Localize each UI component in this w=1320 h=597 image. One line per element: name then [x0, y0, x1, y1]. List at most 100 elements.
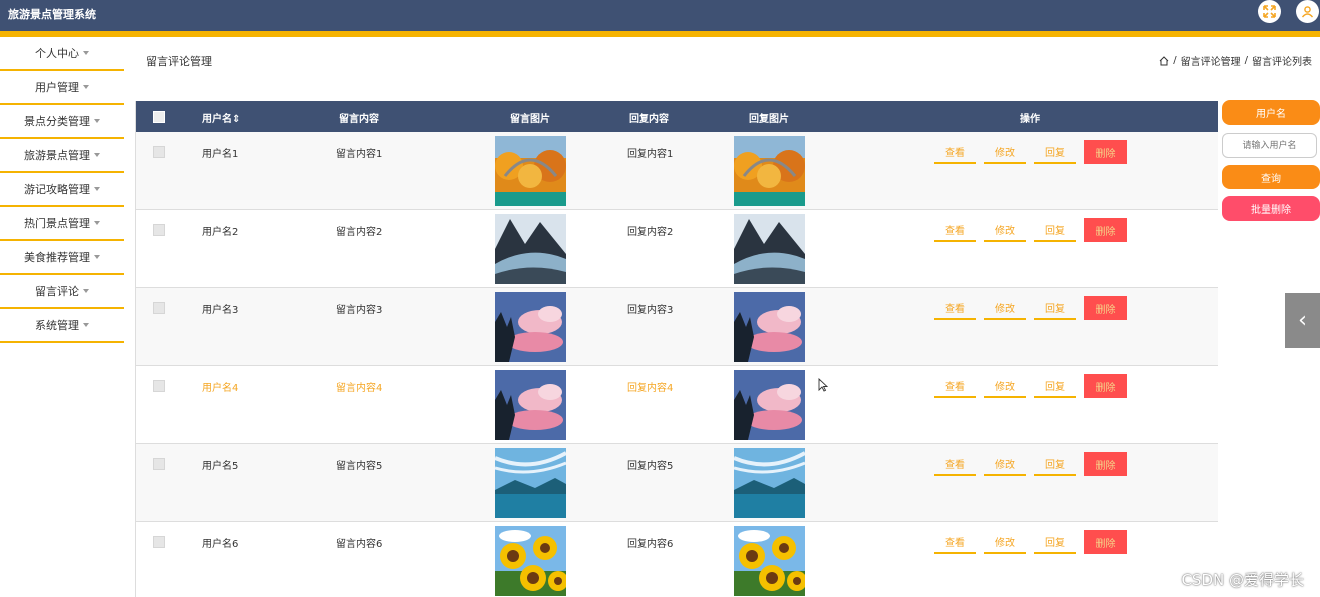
home-icon[interactable]	[1159, 55, 1169, 66]
row-checkbox[interactable]	[153, 146, 165, 158]
table-row: 用户名4 留言内容4 回复内容4 查看 修改 回复 删除	[136, 366, 1218, 444]
sidebar-item-label: 热门景点管理	[24, 217, 90, 230]
view-button[interactable]: 查看	[934, 530, 976, 554]
cell-username: 用户名1	[202, 149, 239, 160]
reply-image	[734, 448, 805, 518]
cell-username: 用户名2	[202, 227, 239, 238]
sidebar-item-spots[interactable]: 旅游景点管理	[0, 139, 124, 173]
message-image	[495, 526, 566, 596]
edit-button[interactable]: 修改	[984, 296, 1026, 320]
cell-content: 留言内容4	[336, 383, 383, 394]
edit-button[interactable]: 修改	[984, 374, 1026, 398]
reply-button[interactable]: 回复	[1034, 374, 1076, 398]
chevron-down-icon	[83, 289, 89, 293]
reply-button[interactable]: 回复	[1034, 530, 1076, 554]
sidebar-item-food[interactable]: 美食推荐管理	[0, 241, 124, 275]
delete-button[interactable]: 删除	[1084, 374, 1127, 398]
reply-button[interactable]: 回复	[1034, 452, 1076, 476]
table-row: 用户名2 留言内容2 回复内容2 查看 修改 回复 删除	[136, 210, 1218, 288]
reply-button[interactable]: 回复	[1034, 140, 1076, 164]
delete-button[interactable]: 删除	[1084, 218, 1127, 242]
username-search-input[interactable]	[1222, 133, 1317, 158]
cell-username: 用户名4	[202, 383, 239, 394]
chevron-left-icon: ‹	[1298, 308, 1307, 333]
reply-image	[734, 136, 805, 206]
chevron-down-icon	[83, 323, 89, 327]
delete-button[interactable]: 删除	[1084, 140, 1127, 164]
search-button[interactable]: 查询	[1222, 165, 1320, 189]
user-icon[interactable]	[1296, 0, 1319, 23]
batch-delete-button[interactable]: 批量删除	[1222, 196, 1320, 221]
view-button[interactable]: 查看	[934, 374, 976, 398]
collapse-tab[interactable]: ‹	[1285, 293, 1320, 348]
reply-image	[734, 292, 805, 362]
row-actions: 查看 修改 回复 删除	[934, 452, 1127, 476]
column-header-image: 留言图片	[510, 114, 550, 125]
sidebar-item-label: 旅游景点管理	[24, 149, 90, 162]
table-row: 用户名6 留言内容6 回复内容6 查看 修改 回复 删除	[136, 522, 1218, 597]
reply-image	[734, 526, 805, 596]
column-header-reply: 回复内容	[629, 114, 669, 125]
view-button[interactable]: 查看	[934, 140, 976, 164]
cell-content: 留言内容1	[336, 149, 383, 160]
delete-button[interactable]: 删除	[1084, 296, 1127, 320]
reply-button[interactable]: 回复	[1034, 296, 1076, 320]
sidebar-item-hot-spots[interactable]: 热门景点管理	[0, 207, 124, 241]
sidebar-item-profile[interactable]: 个人中心	[0, 37, 124, 71]
sidebar-item-label: 游记攻略管理	[24, 183, 90, 196]
breadcrumb-separator: /	[1173, 55, 1177, 66]
chevron-down-icon	[83, 85, 89, 89]
fullscreen-icon[interactable]	[1258, 0, 1281, 23]
table-row: 用户名1 留言内容1 回复内容1 查看 修改 回复 删除	[136, 132, 1218, 210]
cell-reply: 回复内容3	[627, 305, 674, 316]
row-checkbox[interactable]	[153, 536, 165, 548]
row-actions: 查看 修改 回复 删除	[934, 140, 1127, 164]
row-checkbox[interactable]	[153, 380, 165, 392]
row-actions: 查看 修改 回复 删除	[934, 530, 1127, 554]
search-field-label: 用户名	[1222, 100, 1320, 125]
table-body: 用户名1 留言内容1 回复内容1 查看 修改 回复 删除 用户名2 留言内容2 回复内容2 查看 修改…	[136, 132, 1218, 597]
table-row: 用户名3 留言内容3 回复内容3 查看 修改 回复 删除	[136, 288, 1218, 366]
cell-content: 留言内容3	[336, 305, 383, 316]
view-button[interactable]: 查看	[934, 452, 976, 476]
edit-button[interactable]: 修改	[984, 140, 1026, 164]
breadcrumb: / 留言评论管理 / 留言评论列表	[1159, 53, 1312, 68]
row-actions: 查看 修改 回复 删除	[934, 218, 1127, 242]
page-title: 留言评论管理	[146, 55, 212, 68]
edit-button[interactable]: 修改	[984, 218, 1026, 242]
comments-table: 用户名⇕ 留言内容 留言图片 回复内容 回复图片 操作 用户名1 留言内容1 回复内…	[135, 101, 1218, 597]
edit-button[interactable]: 修改	[984, 530, 1026, 554]
row-checkbox[interactable]	[153, 224, 165, 236]
cell-username: 用户名5	[202, 461, 239, 472]
sidebar-item-comments[interactable]: 留言评论	[0, 275, 124, 309]
chevron-down-icon	[94, 221, 100, 225]
chevron-down-icon	[94, 119, 100, 123]
reply-image	[734, 214, 805, 284]
sidebar-item-spot-categories[interactable]: 景点分类管理	[0, 105, 124, 139]
sidebar-item-travel-guides[interactable]: 游记攻略管理	[0, 173, 124, 207]
view-button[interactable]: 查看	[934, 218, 976, 242]
breadcrumb-item[interactable]: 留言评论管理	[1181, 53, 1241, 68]
delete-button[interactable]: 删除	[1084, 530, 1127, 554]
chevron-down-icon	[83, 51, 89, 55]
reply-button[interactable]: 回复	[1034, 218, 1076, 242]
sort-icon[interactable]: ⇕	[232, 114, 240, 125]
reply-image	[734, 370, 805, 440]
row-checkbox[interactable]	[153, 302, 165, 314]
column-header-username[interactable]: 用户名⇕	[202, 110, 240, 125]
delete-button[interactable]: 删除	[1084, 452, 1127, 476]
cell-reply: 回复内容5	[627, 461, 674, 472]
edit-button[interactable]: 修改	[984, 452, 1026, 476]
message-image	[495, 136, 566, 206]
view-button[interactable]: 查看	[934, 296, 976, 320]
watermark: CSDN @爱得学长	[1181, 571, 1304, 589]
cell-reply: 回复内容6	[627, 539, 674, 550]
cell-username: 用户名6	[202, 539, 239, 550]
select-all-checkbox[interactable]	[153, 111, 165, 123]
sidebar-item-system[interactable]: 系统管理	[0, 309, 124, 343]
row-checkbox[interactable]	[153, 458, 165, 470]
chevron-down-icon	[94, 153, 100, 157]
sidebar-item-users[interactable]: 用户管理	[0, 71, 124, 105]
cell-content: 留言内容2	[336, 227, 383, 238]
sidebar-item-label: 景点分类管理	[24, 115, 90, 128]
